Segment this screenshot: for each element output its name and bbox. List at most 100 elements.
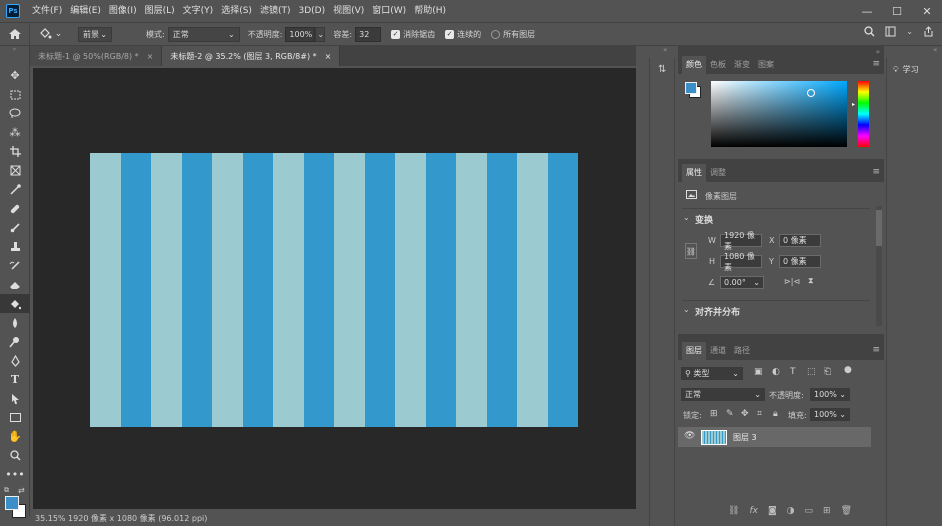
scrollbar-thumb[interactable] (876, 210, 882, 246)
color-field[interactable] (711, 81, 847, 147)
color-picker-handle[interactable] (807, 89, 815, 97)
filter-pixel-icon[interactable]: ▣ (754, 367, 763, 377)
close-icon[interactable]: × (325, 52, 332, 61)
menu-item-3[interactable]: 图层(L) (141, 0, 179, 22)
new-layer-icon[interactable]: ⊞ (823, 506, 831, 516)
healing-brush-tool-icon[interactable] (0, 199, 30, 218)
blend-mode-select[interactable]: 正常 ⌄ (681, 388, 765, 401)
tab-properties[interactable]: 属性 (682, 164, 706, 182)
lock-all-icon[interactable]: 🔒︎ (773, 409, 778, 419)
height-input[interactable]: 1080 像素 (720, 252, 762, 272)
add-mask-icon[interactable]: ◙ (768, 506, 777, 516)
expand-icon[interactable]: » (876, 48, 880, 56)
document-canvas[interactable] (90, 153, 578, 427)
new-group-icon[interactable]: ▭ (805, 506, 814, 516)
expand-icon[interactable]: « (933, 46, 937, 54)
zoom-tool-icon[interactable] (0, 446, 30, 465)
fx-icon[interactable]: fx (749, 506, 758, 516)
x-input[interactable]: 0 像素 (779, 234, 821, 247)
path-selection-tool-icon[interactable] (0, 389, 30, 408)
y-input[interactable]: 0 像素 (779, 255, 821, 268)
angle-input[interactable]: 0.00° ⌄ (720, 276, 764, 289)
tab-swatches[interactable]: 色板 (706, 56, 730, 74)
color-fg-swatch[interactable] (685, 82, 697, 94)
opacity-dropdown[interactable]: ⌄ (315, 26, 326, 42)
lasso-tool-icon[interactable] (0, 104, 30, 123)
tab-paths[interactable]: 路径 (730, 342, 754, 360)
mode-select[interactable]: 正常 ⌄ (167, 26, 240, 42)
chevron-down-icon[interactable]: ⌄ (683, 305, 690, 314)
adjustment-layer-icon[interactable]: ◑ (787, 506, 795, 516)
tab-layers[interactable]: 图层 (682, 342, 706, 360)
crop-tool-icon[interactable] (0, 142, 30, 161)
canvas-area[interactable] (33, 68, 636, 509)
magic-wand-tool-icon[interactable]: ⁂ (0, 123, 30, 142)
layer-name[interactable]: 图层 3 (733, 432, 757, 443)
filter-smart-object-icon[interactable]: ⎗ (824, 367, 831, 377)
toolbar-grip[interactable]: » (0, 46, 29, 54)
width-input[interactable]: 1920 像素 (720, 231, 762, 251)
fill-source-select[interactable]: 前景 ⌄ (78, 26, 112, 42)
delete-layer-icon[interactable]: 🗑︎ (841, 506, 852, 516)
lock-artboard-icon[interactable]: ⌗ (757, 409, 762, 419)
align-section-title[interactable]: 对齐并分布 (695, 305, 740, 318)
visibility-eye-icon[interactable]: 👁︎ (684, 431, 695, 441)
fill-input[interactable]: 100% ⌄ (810, 408, 850, 421)
scrollbar[interactable] (876, 206, 882, 326)
lock-transparent-icon[interactable]: ⊞ (710, 409, 718, 419)
swap-colors-icon[interactable]: ⇄ (18, 486, 25, 495)
marquee-tool-icon[interactable] (0, 85, 30, 104)
hue-slider[interactable] (858, 81, 869, 147)
tool-preset-picker[interactable]: ⌄ (30, 27, 70, 41)
chevron-down-icon[interactable]: ⌄ (906, 27, 913, 36)
filter-toggle-icon[interactable]: ● (844, 365, 852, 375)
menu-item-5[interactable]: 选择(S) (217, 0, 256, 22)
all-layers-checkbox[interactable] (491, 29, 501, 39)
tolerance-input[interactable]: 32 (355, 26, 382, 42)
tab-pattern[interactable]: 图案 (754, 56, 778, 74)
history-panel-icon[interactable]: ⇅ (658, 64, 666, 75)
history-brush-tool-icon[interactable] (0, 256, 30, 275)
default-colors-icon[interactable]: ⧉ (4, 486, 9, 495)
menu-item-0[interactable]: 文件(F) (28, 0, 66, 22)
panel-menu-icon[interactable]: ≡ (872, 167, 880, 177)
link-icon[interactable]: ⛓ (685, 243, 697, 259)
lock-position-icon[interactable]: ✥ (741, 409, 749, 419)
foreground-color-swatch[interactable] (5, 496, 19, 510)
frame-tool-icon[interactable] (0, 161, 30, 180)
brush-tool-icon[interactable] (0, 218, 30, 237)
pen-tool-icon[interactable] (0, 351, 30, 370)
opacity-input[interactable]: 100% (285, 26, 316, 42)
learn-button[interactable]: 💡︎ 学习 (887, 58, 942, 81)
panel-menu-icon[interactable]: ≡ (872, 59, 880, 69)
collapse-icon[interactable]: « (663, 46, 667, 54)
menu-item-10[interactable]: 帮助(H) (410, 0, 450, 22)
maximize-button[interactable]: ☐ (882, 0, 912, 22)
hue-slider-arrow-icon[interactable]: ▸ (852, 101, 855, 108)
filter-adjustment-icon[interactable]: ◐ (772, 367, 780, 377)
panel-menu-icon[interactable]: ≡ (872, 345, 880, 355)
menu-item-8[interactable]: 视图(V) (329, 0, 368, 22)
blur-tool-icon[interactable] (0, 313, 30, 332)
eraser-tool-icon[interactable] (0, 275, 30, 294)
flip-horizontal-icon[interactable]: ⊳|⊲ (784, 277, 800, 286)
menu-item-2[interactable]: 图像(I) (105, 0, 141, 22)
tab-gradient[interactable]: 渐变 (730, 56, 754, 74)
menu-item-4[interactable]: 文字(Y) (179, 0, 218, 22)
close-icon[interactable]: × (147, 52, 154, 61)
workspace-icon[interactable] (885, 26, 896, 37)
minimize-button[interactable]: — (852, 0, 882, 22)
clone-stamp-tool-icon[interactable] (0, 237, 30, 256)
move-tool-icon[interactable]: ✥ (0, 66, 30, 85)
filter-shape-icon[interactable]: ⬚ (807, 367, 816, 377)
home-button[interactable] (0, 23, 30, 45)
layer-opacity-input[interactable]: 100% ⌄ (810, 388, 850, 401)
more-tools-icon[interactable]: ••• (0, 465, 30, 484)
layer-filter-select[interactable]: ⚲ 类型 ⌄ (681, 367, 743, 380)
type-tool-icon[interactable]: T (0, 370, 30, 389)
menu-item-7[interactable]: 3D(D) (294, 0, 329, 22)
menu-item-1[interactable]: 编辑(E) (66, 0, 105, 22)
tab-adjustments[interactable]: 调整 (706, 164, 730, 182)
chevron-down-icon[interactable]: ⌄ (683, 213, 690, 222)
hand-tool-icon[interactable]: ✋ (0, 427, 30, 446)
